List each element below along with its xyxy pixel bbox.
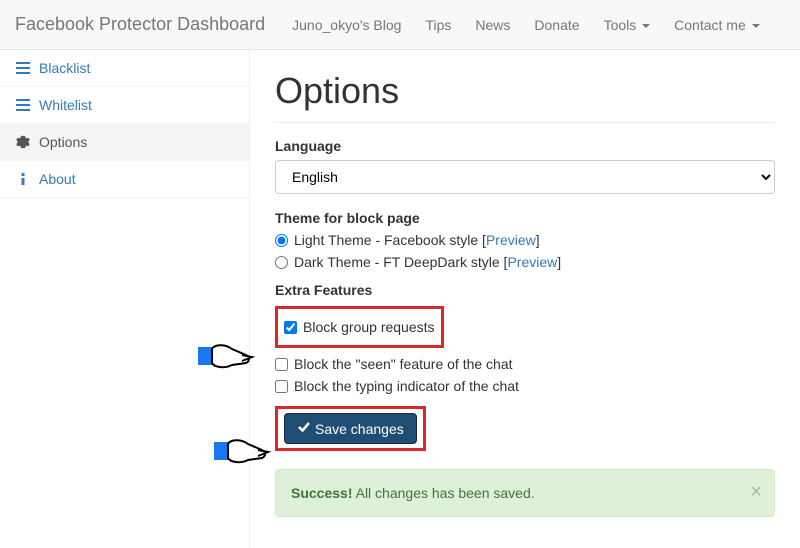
- sidebar-item-options[interactable]: Options: [0, 124, 249, 161]
- preview-link[interactable]: Preview: [486, 232, 536, 248]
- theme-option-label: Dark Theme - FT DeepDark style: [294, 254, 500, 270]
- sidebar-item-label: Blacklist: [39, 60, 90, 76]
- navbar-nav: Juno_okyo's Blog Tips News Donate Tools …: [280, 2, 771, 48]
- language-label: Language: [275, 138, 775, 154]
- sidebar-item-label: Options: [39, 134, 87, 150]
- navbar: Facebook Protector Dashboard Juno_okyo's…: [0, 0, 800, 50]
- content: Options Language English Theme for block…: [250, 50, 800, 548]
- caret-down-icon: [642, 24, 650, 28]
- save-button[interactable]: Save changes: [284, 413, 417, 444]
- nav-link-blog[interactable]: Juno_okyo's Blog: [292, 17, 401, 33]
- extra-features-label: Extra Features: [275, 282, 775, 298]
- list-icon: [15, 98, 31, 112]
- nav-link-news[interactable]: News: [475, 17, 510, 33]
- checkbox-block-seen[interactable]: [275, 358, 288, 371]
- nav-link-contact[interactable]: Contact me: [674, 17, 759, 33]
- theme-label: Theme for block page: [275, 210, 775, 226]
- alert-strong: Success!: [291, 485, 352, 501]
- info-icon: [15, 172, 31, 186]
- alert-text: All changes has been saved.: [352, 485, 534, 501]
- list-icon: [15, 61, 31, 75]
- theme-option-light[interactable]: Light Theme - Facebook style [Preview]: [275, 232, 775, 248]
- extra-option-label: Block the typing indicator of the chat: [294, 378, 519, 394]
- checkbox-block-group[interactable]: [284, 321, 297, 334]
- extra-option-label: Block group requests: [303, 319, 435, 335]
- extra-option-block-seen[interactable]: Block the "seen" feature of the chat: [275, 356, 775, 372]
- language-select[interactable]: English: [275, 160, 775, 194]
- checkbox-block-typing[interactable]: [275, 380, 288, 393]
- sidebar: Blacklist Whitelist Options About: [0, 50, 250, 548]
- highlight-box-block-group: Block group requests: [275, 306, 444, 348]
- highlight-box-save: Save changes: [275, 406, 426, 451]
- nav-link-tips[interactable]: Tips: [425, 17, 451, 33]
- preview-link[interactable]: Preview: [507, 254, 557, 270]
- theme-option-dark[interactable]: Dark Theme - FT DeepDark style [Preview]: [275, 254, 775, 270]
- navbar-brand[interactable]: Facebook Protector Dashboard: [15, 14, 265, 35]
- nav-link-tools[interactable]: Tools: [604, 17, 651, 33]
- theme-option-label: Light Theme - Facebook style: [294, 232, 478, 248]
- alert-close-button[interactable]: ×: [750, 482, 762, 502]
- page-title: Options: [275, 70, 775, 112]
- gear-icon: [15, 135, 31, 149]
- extra-option-label: Block the "seen" feature of the chat: [294, 356, 513, 372]
- caret-down-icon: [752, 24, 760, 28]
- extra-option-block-group[interactable]: Block group requests: [284, 319, 435, 335]
- sidebar-item-blacklist[interactable]: Blacklist: [0, 50, 249, 87]
- extra-option-block-typing[interactable]: Block the typing indicator of the chat: [275, 378, 775, 394]
- divider: [275, 122, 775, 123]
- check-icon: [297, 420, 311, 437]
- theme-radio-dark[interactable]: [275, 256, 288, 269]
- sidebar-item-label: Whitelist: [39, 97, 92, 113]
- sidebar-item-label: About: [39, 171, 76, 187]
- nav-link-donate[interactable]: Donate: [534, 17, 579, 33]
- alert-success: Success! All changes has been saved. ×: [275, 469, 775, 517]
- sidebar-item-about[interactable]: About: [0, 161, 249, 198]
- sidebar-item-whitelist[interactable]: Whitelist: [0, 87, 249, 124]
- theme-radio-light[interactable]: [275, 234, 288, 247]
